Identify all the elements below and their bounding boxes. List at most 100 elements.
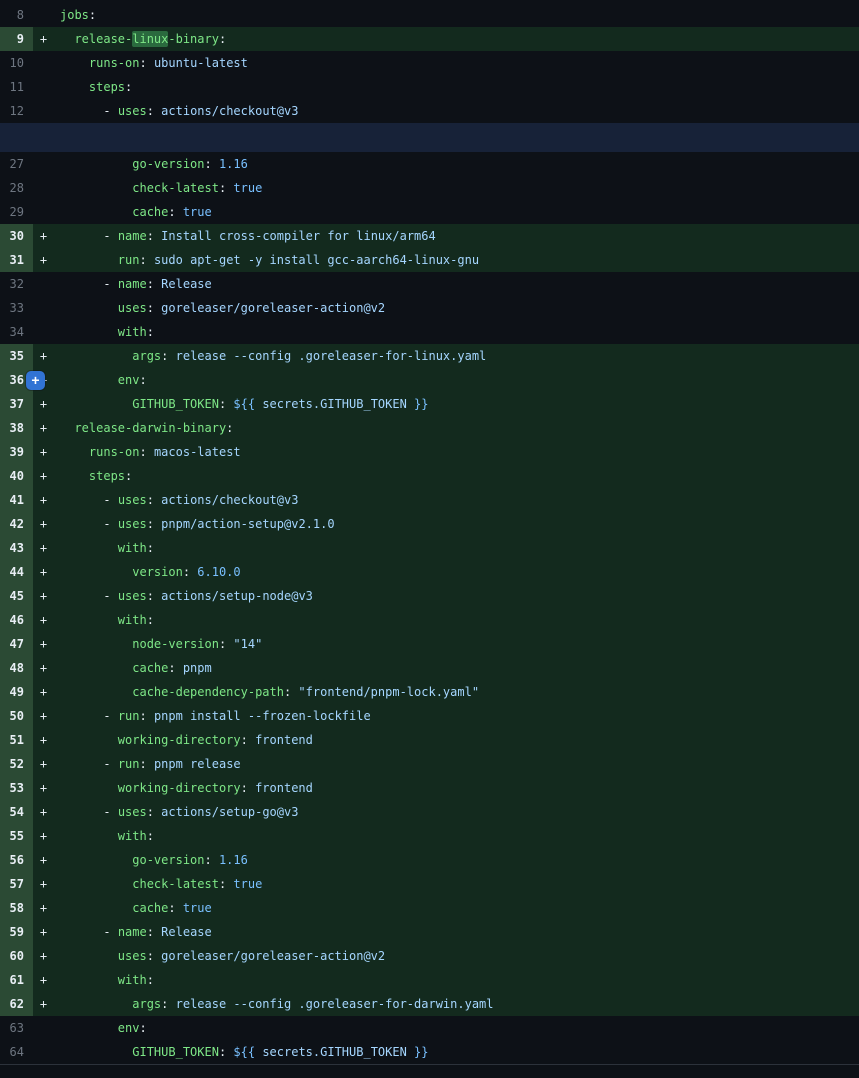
code-indent	[60, 157, 132, 171]
code-token-key: uses	[118, 949, 147, 963]
line-number[interactable]: 35	[0, 344, 33, 368]
expand-hidden-lines-band[interactable]	[0, 123, 859, 152]
code-token-plain: :	[147, 925, 154, 939]
line-number[interactable]: 58	[0, 896, 33, 920]
code-token-str: "frontend/pnpm-lock.yaml"	[291, 685, 479, 699]
code-indent	[60, 853, 132, 867]
diff-marker: +	[33, 344, 54, 368]
code-token-str: actions/setup-node@v3	[154, 589, 313, 603]
diff-row-added: 62+ args: release --config .goreleaser-f…	[0, 992, 859, 1016]
line-number[interactable]: 32	[0, 272, 33, 296]
line-number[interactable]: 44	[0, 560, 33, 584]
diff-row-context: 32 - name: Release	[0, 272, 859, 296]
code-token-plain: :	[168, 205, 175, 219]
code-token-str: pnpm release	[147, 757, 241, 771]
code-indent	[60, 973, 118, 987]
line-number[interactable]: 46	[0, 608, 33, 632]
code-indent	[60, 901, 132, 915]
line-number[interactable]: 30	[0, 224, 33, 248]
diff-row-added: 53+ working-directory: frontend	[0, 776, 859, 800]
code-token-key: node-version	[132, 637, 219, 651]
line-number[interactable]: 50	[0, 704, 33, 728]
diff-marker: +	[33, 992, 54, 1016]
line-number[interactable]: 39	[0, 440, 33, 464]
code-token-key: GITHUB_TOKEN	[132, 397, 219, 411]
code-token-plain: :	[147, 277, 154, 291]
code-token-const: 1.16	[212, 157, 248, 171]
line-number[interactable]: 61	[0, 968, 33, 992]
code-line: working-directory: frontend	[54, 776, 859, 800]
line-number[interactable]: 59	[0, 920, 33, 944]
line-number[interactable]: 49	[0, 680, 33, 704]
code-token-plain: :	[168, 661, 175, 675]
line-number[interactable]: 27	[0, 152, 33, 176]
code-token-key: env	[118, 373, 140, 387]
line-number[interactable]: 45	[0, 584, 33, 608]
line-number[interactable]: 60	[0, 944, 33, 968]
code-line: - run: pnpm install --frozen-lockfile	[54, 704, 859, 728]
line-number[interactable]: 51	[0, 728, 33, 752]
line-number[interactable]: 40	[0, 464, 33, 488]
diff-row-added: 36+ env:	[0, 368, 859, 392]
line-number[interactable]: 47	[0, 632, 33, 656]
code-line: runs-on: ubuntu-latest	[54, 51, 859, 75]
code-token-plain: :	[125, 469, 132, 483]
code-token-key: uses	[118, 589, 147, 603]
line-number[interactable]: 41	[0, 488, 33, 512]
line-number[interactable]: 8	[0, 3, 33, 27]
diff-row-added: 49+ cache-dependency-path: "frontend/pnp…	[0, 680, 859, 704]
line-number[interactable]: 43	[0, 536, 33, 560]
line-number[interactable]: 12	[0, 99, 33, 123]
diff-marker: +	[33, 536, 54, 560]
line-number[interactable]: 28	[0, 176, 33, 200]
line-number[interactable]: 37	[0, 392, 33, 416]
line-number[interactable]: 62	[0, 992, 33, 1016]
code-indent	[60, 637, 132, 651]
code-indent	[60, 469, 89, 483]
code-indent	[60, 925, 103, 939]
line-number[interactable]: 33	[0, 296, 33, 320]
line-number[interactable]: 10	[0, 51, 33, 75]
code-indent	[60, 877, 132, 891]
code-token-plain: -	[103, 925, 117, 939]
diff-row-added: 37+ GITHUB_TOKEN: ${{ secrets.GITHUB_TOK…	[0, 392, 859, 416]
line-number[interactable]: 9	[0, 27, 33, 51]
line-number[interactable]: 38	[0, 416, 33, 440]
line-number[interactable]: 54	[0, 800, 33, 824]
code-token-plain: :	[219, 32, 226, 46]
code-token-plain: -	[103, 757, 117, 771]
line-number[interactable]: 42	[0, 512, 33, 536]
code-token-plain: -	[103, 493, 117, 507]
diff-marker: +	[33, 824, 54, 848]
code-token-plain: :	[147, 229, 154, 243]
code-token-key: -binary	[168, 32, 219, 46]
diff-marker: +	[33, 800, 54, 824]
code-indent	[60, 589, 103, 603]
diff-row-context: 64 GITHUB_TOKEN: ${{ secrets.GITHUB_TOKE…	[0, 1040, 859, 1064]
line-number[interactable]: 34	[0, 320, 33, 344]
code-token-key: GITHUB_TOKEN	[132, 1045, 219, 1059]
diff-row-added: 51+ working-directory: frontend	[0, 728, 859, 752]
line-number[interactable]: 48	[0, 656, 33, 680]
code-token-key: env	[118, 1021, 140, 1035]
line-number[interactable]: 11	[0, 75, 33, 99]
line-number[interactable]: 63	[0, 1016, 33, 1040]
line-number[interactable]: 29	[0, 200, 33, 224]
diff-row-added: 52+ - run: pnpm release	[0, 752, 859, 776]
code-token-plain: :	[147, 325, 154, 339]
line-number[interactable]: 53	[0, 776, 33, 800]
code-line: check-latest: true	[54, 872, 859, 896]
code-token-plain: :	[139, 56, 146, 70]
code-token-key: steps	[89, 469, 125, 483]
line-number[interactable]: 56	[0, 848, 33, 872]
line-number[interactable]: 52	[0, 752, 33, 776]
line-number[interactable]: 31	[0, 248, 33, 272]
line-number[interactable]: 55	[0, 824, 33, 848]
code-token-const: 1.16	[212, 853, 248, 867]
diff-row-added: 56+ go-version: 1.16	[0, 848, 859, 872]
add-comment-button[interactable]: +	[26, 371, 45, 390]
line-number[interactable]: 57	[0, 872, 33, 896]
line-number[interactable]: 64	[0, 1040, 33, 1064]
code-token-plain: :	[205, 157, 212, 171]
code-token-str: secrets.GITHUB_TOKEN	[255, 397, 407, 411]
